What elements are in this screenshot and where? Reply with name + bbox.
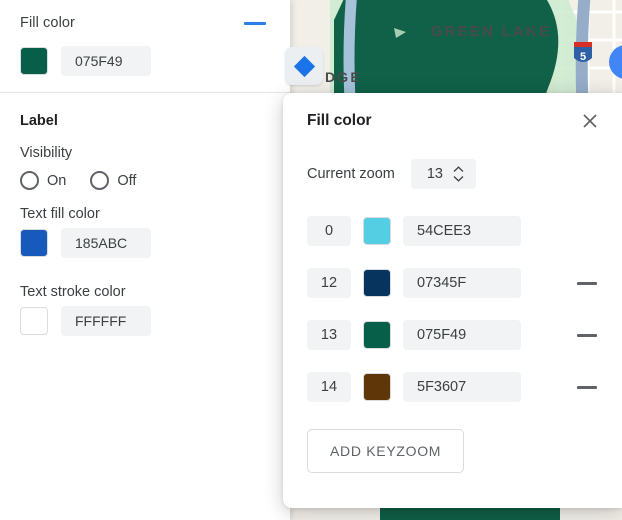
visibility-radio-group: On Off [20,167,270,194]
chevron-down-icon[interactable] [453,175,464,182]
keyzoom-row: 0 54CEE3 [283,205,622,257]
text-fill-color-label: Text fill color [20,206,100,222]
keyzoom-level-input[interactable]: 12 [307,268,351,298]
fill-color-header: Fill color [20,0,270,46]
keyzoom-color-swatch[interactable] [363,373,391,401]
dialog-header: Fill color [283,93,622,131]
fill-color-control: 075F49 [20,46,270,90]
keyzoom-list: 0 54CEE3 12 07345F 13 075F49 14 5F3607 [283,189,622,413]
visibility-label: Visibility [20,145,73,161]
svg-text:5: 5 [580,51,586,63]
style-editor-panel: Fill color 075F49 Label Visibility On Of… [0,0,290,520]
visibility-radio-on-label[interactable]: On [47,173,66,189]
current-zoom-value[interactable]: 13 [427,166,443,182]
text-stroke-color-control: FFFFFF [20,306,270,350]
chevron-up-icon[interactable] [453,166,464,173]
keyzoom-level-input[interactable]: 0 [307,216,351,246]
fill-color-section: Fill color 075F49 [0,0,290,90]
remove-keyzoom-icon[interactable] [577,333,597,337]
keyzoom-color-swatch[interactable] [363,321,391,349]
remove-keyzoom-icon[interactable] [577,281,597,285]
keyzoom-hex-input[interactable]: 07345F [403,268,521,298]
current-zoom-label: Current zoom [307,166,395,182]
keyzoom-hex-input[interactable]: 54CEE3 [403,216,521,246]
text-stroke-color-label: Text stroke color [20,284,126,300]
keyzoom-row: 12 07345F [283,257,622,309]
keyzoom-level-input[interactable]: 14 [307,372,351,402]
current-zoom-arrows[interactable] [453,166,464,182]
text-fill-color-hex-input[interactable]: 185ABC [61,228,151,258]
add-keyzoom-button[interactable]: ADD KEYZOOM [307,429,465,473]
minus-icon[interactable] [244,21,266,25]
keyzoom-level-input[interactable]: 13 [307,320,351,350]
text-stroke-color-swatch[interactable] [20,307,48,335]
visibility-radio-off-label[interactable]: Off [117,173,136,189]
remove-keyzoom-placeholder [577,230,597,233]
fill-color-swatch[interactable] [20,47,48,75]
keyzoom-row: 14 5F3607 [283,361,622,413]
remove-keyzoom-icon[interactable] [577,385,597,389]
keyzoom-color-swatch[interactable] [363,269,391,297]
current-zoom-stepper[interactable]: 13 [410,159,476,189]
keyzoom-row: 13 075F49 [283,309,622,361]
map-label-dge: DGE [325,69,362,85]
fill-color-hex-input[interactable]: 075F49 [61,46,151,76]
label-section-heading: Label [20,113,58,129]
text-fill-color-control: 185ABC [20,228,270,272]
keyzoom-hex-input[interactable]: 075F49 [403,320,521,350]
fill-color-title: Fill color [20,15,75,31]
label-section: Label Visibility On Off Text fill color … [0,93,290,350]
text-stroke-color-hex-input[interactable]: FFFFFF [61,306,151,336]
visibility-radio-on[interactable] [20,171,39,190]
current-zoom-row: Current zoom 13 [283,131,622,189]
map-label-green-lake: GREEN LAKE [431,23,551,40]
fill-color-dialog: Fill color Current zoom 13 0 54CEE3 12 0734… [283,93,622,508]
keyzoom-color-swatch[interactable] [363,217,391,245]
text-fill-color-swatch[interactable] [20,229,48,257]
close-icon [583,114,597,128]
close-button[interactable] [580,111,600,131]
highway-shield-icon: 5 [574,42,592,63]
keyzoom-diamond-button[interactable] [285,47,323,85]
keyzoom-hex-input[interactable]: 5F3607 [403,372,521,402]
dialog-title: Fill color [307,112,372,129]
visibility-radio-off[interactable] [90,171,110,190]
add-keyzoom-wrapper: ADD KEYZOOM [283,413,622,473]
diamond-icon [293,55,315,77]
